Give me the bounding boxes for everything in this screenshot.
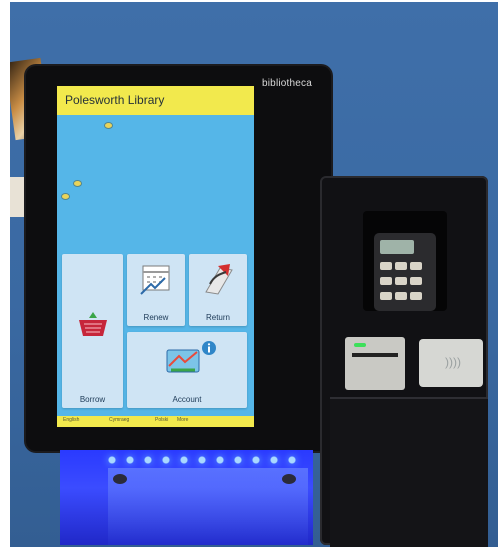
renew-button[interactable]: Renew bbox=[127, 254, 185, 326]
borrow-button[interactable]: Borrow bbox=[62, 254, 123, 408]
return-icon bbox=[205, 264, 233, 295]
mount-bolt bbox=[113, 474, 127, 484]
brand-logo: bibliotheca bbox=[262, 78, 313, 89]
pin-display bbox=[380, 240, 414, 254]
account-label: Account bbox=[172, 395, 202, 404]
language-option[interactable]: English bbox=[63, 417, 79, 423]
return-button[interactable]: Return bbox=[189, 254, 247, 326]
account-card-icon bbox=[166, 349, 200, 373]
contactless-icon: )))) bbox=[445, 355, 461, 369]
screen-header: Polesworth Library bbox=[57, 86, 254, 115]
terminal-cabinet bbox=[330, 397, 488, 547]
language-option[interactable]: Polski bbox=[155, 417, 168, 423]
card-reader-led bbox=[354, 343, 366, 347]
more-languages-button[interactable]: More bbox=[177, 417, 188, 423]
calendar-icon bbox=[140, 265, 170, 295]
basket-icon bbox=[79, 312, 107, 336]
language-bar: English Cymraeg Polski More bbox=[57, 416, 254, 427]
language-option[interactable]: Cymraeg bbox=[109, 417, 129, 423]
borrow-label: Borrow bbox=[79, 395, 106, 404]
account-button[interactable]: Account bbox=[127, 332, 247, 408]
card-slot bbox=[352, 353, 398, 357]
library-title: Polesworth Library bbox=[65, 93, 165, 107]
return-label: Return bbox=[205, 313, 230, 322]
base-glass bbox=[108, 468, 308, 545]
bee-decoration bbox=[74, 181, 81, 186]
mount-bolt bbox=[282, 474, 296, 484]
pin-keypad bbox=[380, 262, 422, 304]
info-icon bbox=[202, 341, 216, 355]
kiosk-screen: Polesworth Library Borrow Renew Return A… bbox=[57, 86, 254, 427]
renew-label: Renew bbox=[143, 313, 169, 322]
bee-decoration bbox=[62, 194, 69, 199]
led-strip bbox=[103, 454, 303, 466]
bee-decoration bbox=[105, 123, 112, 128]
